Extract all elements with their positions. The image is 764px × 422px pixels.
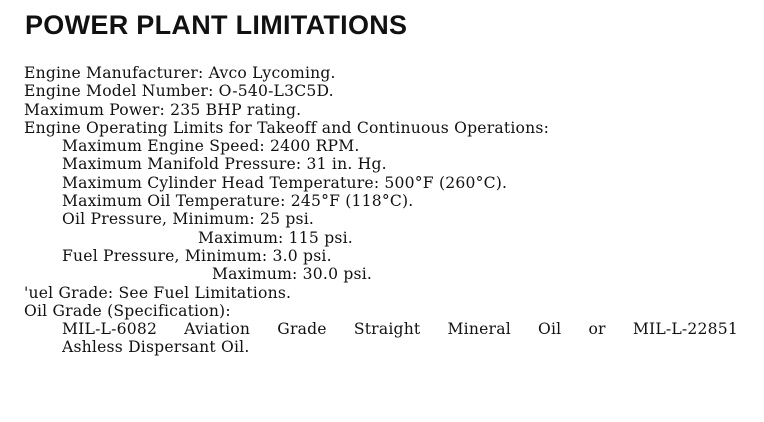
max-engine-speed-line: Maximum Engine Speed: 2400 RPM. — [62, 137, 360, 156]
page-heading: POWER PLANT LIMITATIONS — [25, 10, 408, 40]
max-cht-line: Maximum Cylinder Head Temperature: 500°F… — [62, 173, 508, 192]
limitations-body: Engine Manufacturer: Avco Lycoming. Engi… — [24, 64, 738, 357]
engine-manufacturer-line: Engine Manufacturer: Avco Lycoming. — [24, 64, 336, 82]
oil-pressure-max-line: Maximum: 115 psi. — [198, 228, 353, 247]
max-manifold-pressure-line: Maximum Manifold Pressure: 31 in. Hg. — [62, 155, 387, 174]
oil-spec-line-2: Ashless Dispersant Oil. — [62, 338, 250, 357]
oil-pressure-min-line: Oil Pressure, Minimum: 25 psi. — [62, 210, 315, 229]
oil-spec-line-1: MIL-L-6082 Aviation Grade Straight Miner… — [62, 320, 738, 339]
fuel-pressure-min-line: Fuel Pressure, Minimum: 3.0 psi. — [62, 246, 332, 265]
oil-grade-line: Oil Grade (Specification): — [24, 301, 231, 320]
fuel-grade-line: 'uel Grade: See Fuel Limitations. — [24, 283, 292, 302]
engine-model-line: Engine Model Number: O-540-L3C5D. — [24, 82, 334, 101]
fuel-pressure-max-line: Maximum: 30.0 psi. — [212, 265, 373, 284]
operating-limits-line: Engine Operating Limits for Takeoff and … — [24, 118, 550, 137]
max-oil-temp-line: Maximum Oil Temperature: 245°F (118°C). — [62, 192, 414, 211]
max-power-line: Maximum Power: 235 BHP rating. — [24, 100, 302, 119]
